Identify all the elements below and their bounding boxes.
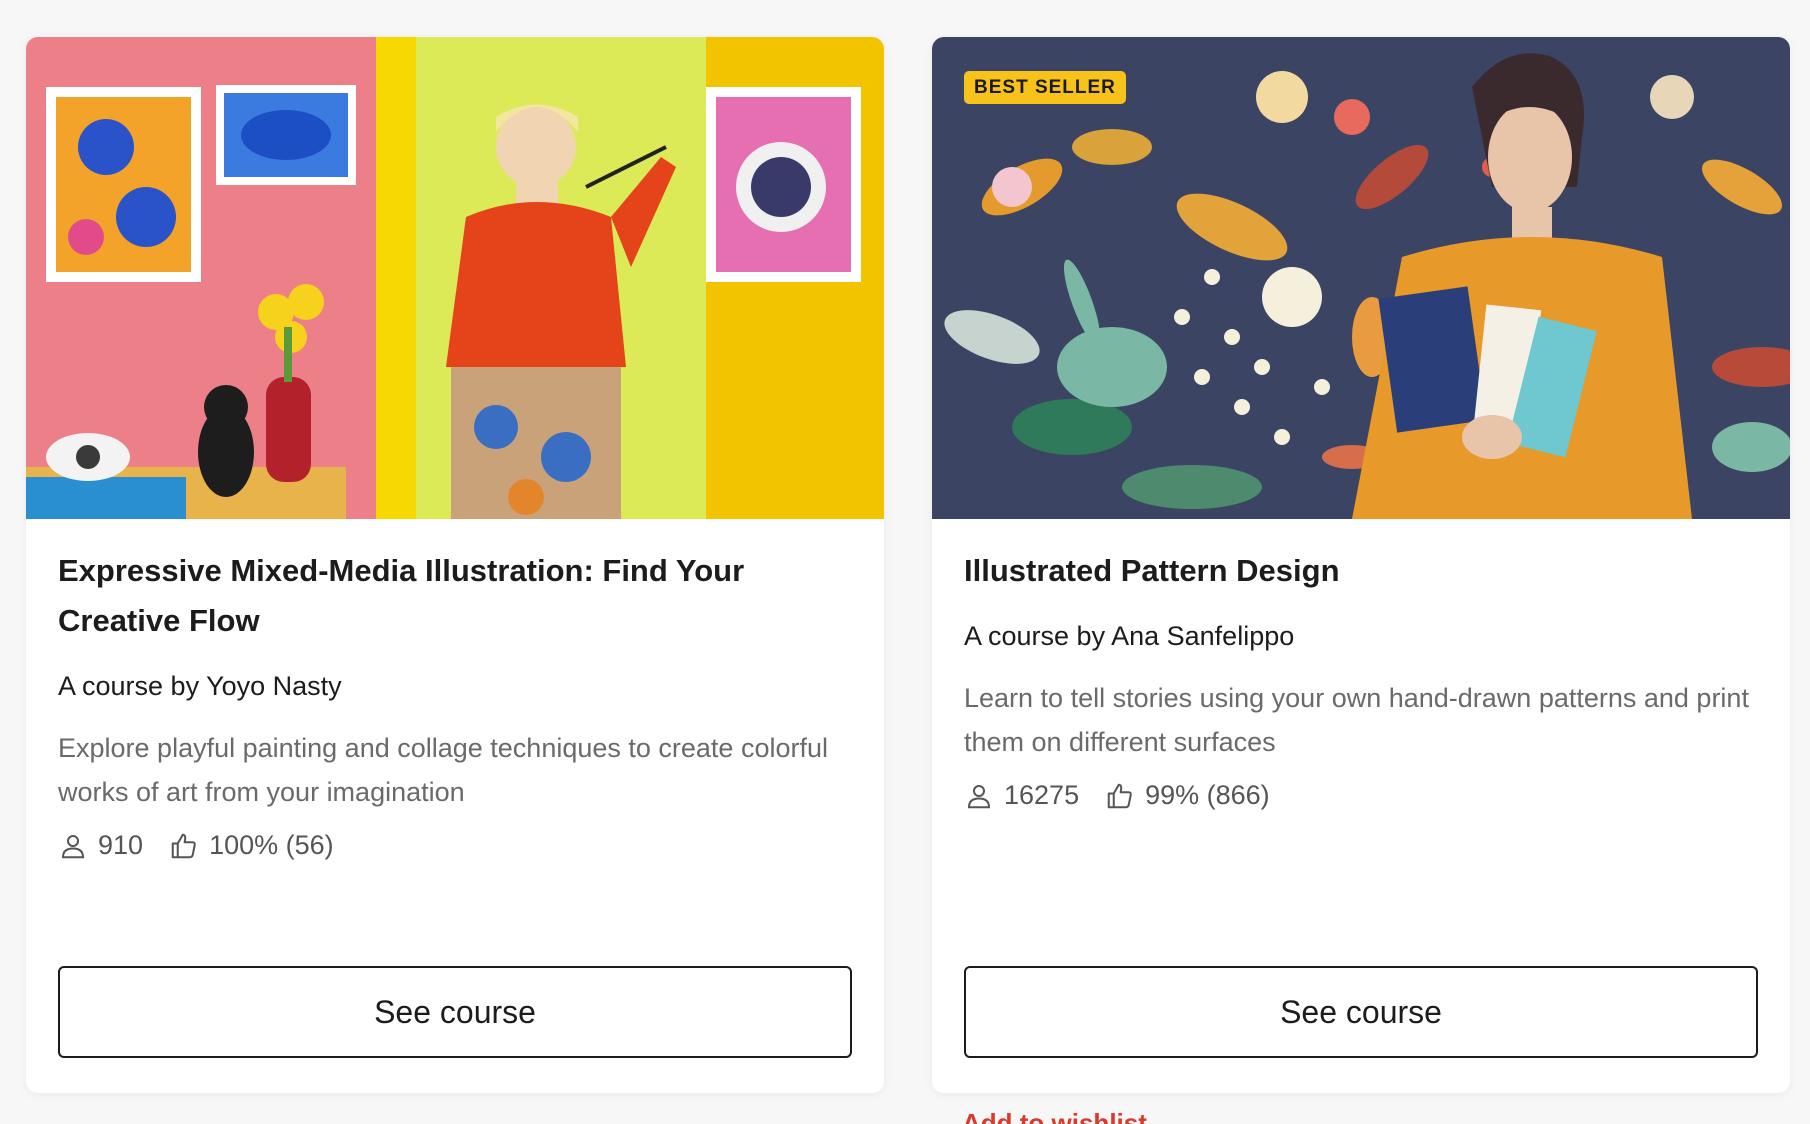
students-count: 910 xyxy=(98,830,144,860)
rating-stat: 100% (56) xyxy=(169,830,334,861)
user-icon xyxy=(964,781,994,811)
user-icon xyxy=(58,831,88,861)
students-count: 16275 xyxy=(1004,780,1080,810)
see-course-button[interactable]: See course xyxy=(58,966,852,1058)
course-thumbnail[interactable]: BEST SELLER xyxy=(932,37,1790,519)
course-stats: 910 100% (56) xyxy=(58,830,852,861)
course-description: Explore playful painting and collage tec… xyxy=(58,733,828,807)
rating-value: 100% (56) xyxy=(209,830,334,860)
course-info: Expressive Mixed-Media Illustration: Fin… xyxy=(58,519,852,861)
students-stat: 910 xyxy=(58,830,143,861)
rating-stat: 99% (866) xyxy=(1105,780,1270,811)
see-course-button[interactable]: See course xyxy=(964,966,1758,1058)
thumbs-up-icon xyxy=(169,831,199,861)
best-seller-badge: BEST SELLER xyxy=(964,71,1126,104)
course-thumbnail-image xyxy=(26,37,884,519)
course-thumbnail[interactable] xyxy=(26,37,884,519)
course-author: A course by Ana Sanfelippo xyxy=(964,621,1295,651)
course-title[interactable]: Illustrated Pattern Design xyxy=(964,546,1758,596)
thumbs-up-icon xyxy=(1105,781,1135,811)
course-description: Learn to tell stories using your own han… xyxy=(964,683,1749,757)
course-info: Illustrated Pattern Design A course by A… xyxy=(964,519,1758,811)
course-thumbnail-image xyxy=(932,37,1790,519)
course-author: A course by Yoyo Nasty xyxy=(58,671,342,701)
course-title[interactable]: Expressive Mixed-Media Illustration: Fin… xyxy=(58,546,852,646)
students-stat: 16275 xyxy=(964,780,1079,811)
course-card[interactable]: BEST SELLER Illustrated Pattern Design A… xyxy=(932,37,1790,1093)
add-to-wishlist-link[interactable]: Add to wishlist xyxy=(962,1108,1147,1124)
course-stats: 16275 99% (866) xyxy=(964,780,1758,811)
rating-value: 99% (866) xyxy=(1145,780,1270,810)
course-grid: Expressive Mixed-Media Illustration: Fin… xyxy=(0,0,1810,1124)
course-card[interactable]: Expressive Mixed-Media Illustration: Fin… xyxy=(26,37,884,1093)
